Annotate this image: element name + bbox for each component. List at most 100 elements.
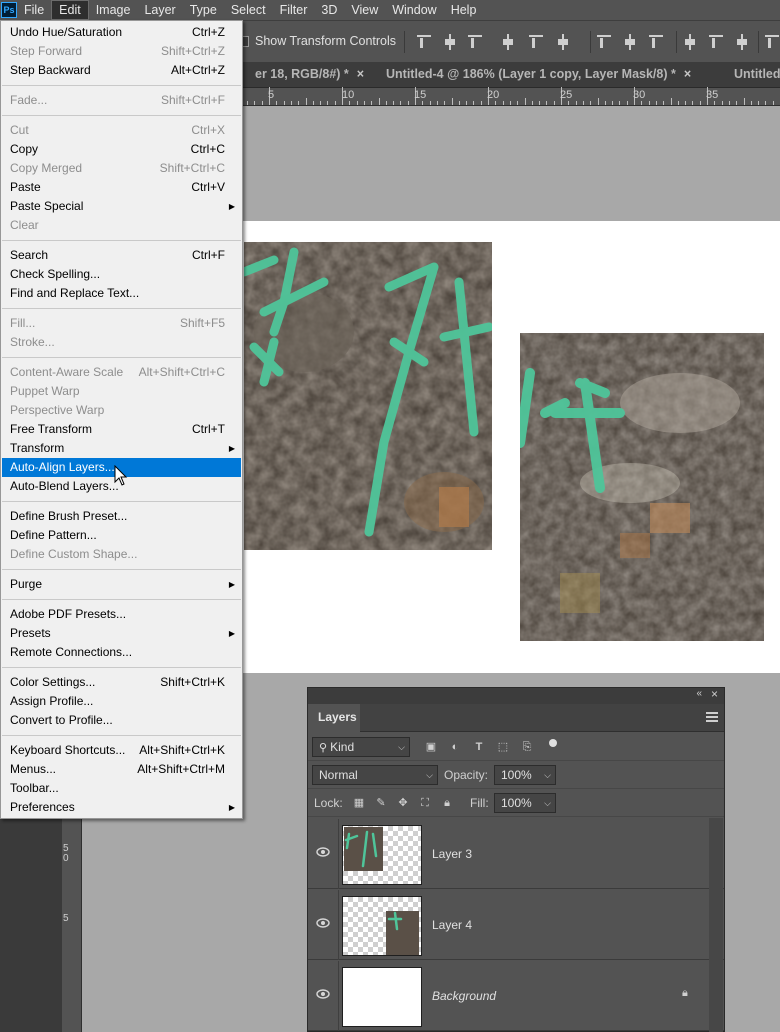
menu-item-paste[interactable]: Paste Ctrl+V: [2, 178, 241, 197]
menu-item-check-spelling[interactable]: Check Spelling...: [2, 265, 241, 284]
menu-item-toolbar[interactable]: Toolbar...: [2, 779, 241, 798]
menu-file[interactable]: File: [17, 0, 51, 20]
menu-help[interactable]: Help: [444, 0, 484, 20]
menu-item-menus[interactable]: Menus... Alt+Shift+Ctrl+M: [2, 760, 241, 779]
eye-visibility-icon[interactable]: [316, 847, 330, 857]
layer-row-background[interactable]: Background 🔒︎: [308, 961, 724, 1031]
menu-item-stroke[interactable]: Stroke...: [2, 333, 241, 352]
menu-item-keyboard-shortcuts[interactable]: Keyboard Shortcuts... Alt+Shift+Ctrl+K: [2, 741, 241, 760]
opacity-field[interactable]: 100% ⌵: [494, 765, 556, 785]
menu-3d[interactable]: 3D: [314, 0, 344, 20]
smart-object-filter-icon[interactable]: ⎘: [520, 740, 534, 754]
ruler-tick: [655, 101, 657, 105]
menu-item-copy[interactable]: Copy Ctrl+C: [2, 140, 241, 159]
layer-4-image[interactable]: [520, 333, 764, 641]
menu-item-free-transform[interactable]: Free Transform Ctrl+T: [2, 420, 241, 439]
menu-item-remote-connections[interactable]: Remote Connections...: [2, 643, 241, 662]
align-distribute-icon[interactable]: [764, 34, 780, 50]
menu-item-step-backward[interactable]: Step Backward Alt+Ctrl+Z: [2, 61, 241, 80]
align-distribute-icon[interactable]: [442, 34, 458, 50]
layer-row-layer-4[interactable]: Layer 4: [308, 890, 724, 960]
menu-item-transform[interactable]: Transform ▶: [2, 439, 241, 458]
align-distribute-icon[interactable]: [622, 34, 638, 50]
eye-visibility-icon[interactable]: [316, 918, 330, 928]
lock-position-icon[interactable]: ✥: [396, 796, 410, 810]
menu-item-undo-hue-saturation[interactable]: Undo Hue/Saturation Ctrl+Z: [2, 23, 241, 42]
menu-item-cut[interactable]: Cut Ctrl+X: [2, 121, 241, 140]
menu-item-clear[interactable]: Clear: [2, 216, 241, 235]
icon-part: [558, 39, 568, 45]
menu-item-define-pattern[interactable]: Define Pattern...: [2, 526, 241, 545]
lock-all-icon[interactable]: 🔒︎: [440, 796, 454, 810]
document-tab[interactable]: er 18, RGB/8#) * ×: [245, 62, 374, 88]
lock-transparent-pixels-icon[interactable]: ▦: [352, 796, 366, 810]
align-distribute-icon[interactable]: [708, 34, 724, 50]
close-tab-icon[interactable]: ×: [684, 67, 691, 81]
show-transform-controls-checkbox[interactable]: Show Transform Controls: [238, 34, 396, 48]
panel-menu-icon[interactable]: [706, 712, 718, 722]
menu-filter[interactable]: Filter: [273, 0, 315, 20]
menu-item-define-brush-preset[interactable]: Define Brush Preset...: [2, 507, 241, 526]
layer-name[interactable]: Background: [432, 989, 496, 1003]
blend-mode-dropdown[interactable]: Normal ⌵: [312, 765, 438, 785]
align-distribute-icon[interactable]: [528, 34, 544, 50]
menu-edit[interactable]: Edit: [51, 0, 89, 20]
menu-item-fade[interactable]: Fade... Shift+Ctrl+F: [2, 91, 241, 110]
menu-item-label: Keyboard Shortcuts...: [10, 743, 126, 757]
layers-scrollbar[interactable]: [709, 818, 723, 1032]
menu-image[interactable]: Image: [89, 0, 138, 20]
menu-view[interactable]: View: [344, 0, 385, 20]
menu-item-purge[interactable]: Purge ▶: [2, 575, 241, 594]
menu-item-step-forward[interactable]: Step Forward Shift+Ctrl+Z: [2, 42, 241, 61]
document-tab[interactable]: Untitled: [724, 62, 780, 88]
menu-select[interactable]: Select: [224, 0, 273, 20]
collapse-icon[interactable]: «: [696, 688, 702, 699]
menu-item-assign-profile[interactable]: Assign Profile...: [2, 692, 241, 711]
menu-type[interactable]: Type: [183, 0, 224, 20]
menu-item-fill[interactable]: Fill... Shift+F5: [2, 314, 241, 333]
close-tab-icon[interactable]: ×: [357, 67, 364, 81]
shape-filter-icon[interactable]: ⬚: [496, 740, 510, 754]
lock-image-pixels-icon[interactable]: ✎: [374, 796, 388, 810]
align-distribute-icon[interactable]: [555, 34, 571, 50]
menu-item-convert-to-profile[interactable]: Convert to Profile...: [2, 711, 241, 730]
menu-item-adobe-pdf-presets[interactable]: Adobe PDF Presets...: [2, 605, 241, 624]
menu-item-content-aware-scale[interactable]: Content-Aware Scale Alt+Shift+Ctrl+C: [2, 363, 241, 382]
pixel-filter-icon[interactable]: ▣: [424, 740, 438, 754]
document-tab[interactable]: Untitled-4 @ 186% (Layer 1 copy, Layer M…: [376, 62, 701, 88]
menu-item-preferences[interactable]: Preferences ▶: [2, 798, 241, 817]
menu-item-puppet-warp[interactable]: Puppet Warp: [2, 382, 241, 401]
menu-item-search[interactable]: Search Ctrl+F: [2, 246, 241, 265]
menu-item-label: Paste Special: [10, 199, 84, 213]
align-distribute-icon[interactable]: [734, 34, 750, 50]
menu-item-define-custom-shape[interactable]: Define Custom Shape...: [2, 545, 241, 564]
tab-layers[interactable]: Layers: [308, 704, 360, 732]
align-distribute-icon[interactable]: [682, 34, 698, 50]
align-distribute-icon[interactable]: [416, 34, 432, 50]
menu-item-presets[interactable]: Presets ▶: [2, 624, 241, 643]
align-distribute-icon[interactable]: [648, 34, 664, 50]
layer-3-image[interactable]: [244, 242, 492, 550]
ruler-tick: [422, 101, 424, 105]
align-distribute-icon[interactable]: [467, 34, 483, 50]
layer-row-layer-3[interactable]: Layer 3: [308, 819, 724, 889]
layer-name[interactable]: Layer 3: [432, 847, 472, 861]
fill-field[interactable]: 100% ⌵: [494, 793, 556, 813]
filter-kind-dropdown[interactable]: ⚲ Kind ⌵: [312, 737, 410, 757]
adjustment-filter-icon[interactable]: ◐: [448, 740, 462, 754]
close-panel-icon[interactable]: ×: [711, 687, 718, 701]
menu-item-paste-special[interactable]: Paste Special ▶: [2, 197, 241, 216]
menu-item-perspective-warp[interactable]: Perspective Warp: [2, 401, 241, 420]
layer-name[interactable]: Layer 4: [432, 918, 472, 932]
align-distribute-icon[interactable]: [500, 34, 516, 50]
lock-artboard-icon[interactable]: ⛶: [418, 796, 432, 810]
menu-item-copy-merged[interactable]: Copy Merged Shift+Ctrl+C: [2, 159, 241, 178]
align-distribute-icon[interactable]: [596, 34, 612, 50]
type-filter-icon[interactable]: T: [472, 740, 486, 754]
menu-window[interactable]: Window: [385, 0, 443, 20]
eye-visibility-icon[interactable]: [316, 989, 330, 999]
menu-layer[interactable]: Layer: [137, 0, 182, 20]
filter-toggle-icon[interactable]: [549, 739, 557, 747]
menu-item-color-settings[interactable]: Color Settings... Shift+Ctrl+K: [2, 673, 241, 692]
menu-item-find-and-replace-text[interactable]: Find and Replace Text...: [2, 284, 241, 303]
